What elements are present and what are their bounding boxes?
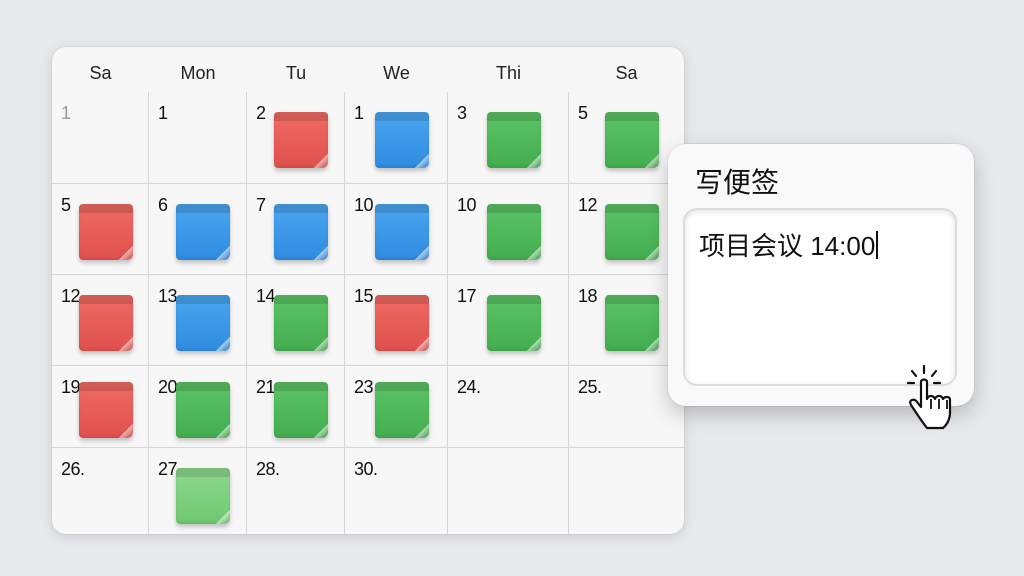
day-cell[interactable]: 17: [448, 275, 569, 366]
day-cell[interactable]: 14: [247, 275, 345, 366]
sticky-note-green[interactable]: [605, 204, 659, 260]
day-cell[interactable]: 5: [569, 92, 684, 184]
day-number: 10: [354, 195, 374, 215]
day-cell[interactable]: 15: [345, 275, 448, 366]
sticky-note-green[interactable]: [274, 295, 328, 351]
day-number: 7: [256, 195, 266, 215]
day-cell[interactable]: 28.: [247, 448, 345, 534]
day-number: 27: [158, 459, 178, 479]
note-text-value: 项目会议 14:00: [699, 231, 876, 261]
day-cell[interactable]: 12: [569, 184, 684, 275]
sticky-note-red[interactable]: [79, 295, 133, 351]
weekday-label: Sa: [615, 63, 638, 83]
day-number: 3: [457, 103, 467, 123]
sticky-note-red[interactable]: [375, 295, 429, 351]
sticky-note-green[interactable]: [605, 112, 659, 168]
day-cell[interactable]: 24.: [448, 366, 569, 448]
sticky-note-blue[interactable]: [176, 204, 230, 260]
day-cell[interactable]: 1: [345, 92, 448, 184]
weekday-label: Tu: [285, 63, 307, 83]
day-number: 10: [457, 195, 477, 215]
day-number: 5: [578, 103, 588, 123]
day-cell[interactable]: 6: [149, 184, 247, 275]
sticky-note-red[interactable]: [274, 112, 328, 168]
day-number: 26.: [61, 459, 85, 479]
hand-pointer-click-icon: [906, 364, 952, 430]
day-cell[interactable]: 19: [52, 366, 149, 448]
day-cell[interactable]: 20: [149, 366, 247, 448]
day-number: 14: [256, 286, 276, 306]
sticky-note-lightgreen[interactable]: [176, 468, 230, 524]
day-cell[interactable]: 10: [345, 184, 448, 275]
day-number: 30.: [354, 459, 378, 479]
weekday-label: Thi: [495, 63, 521, 83]
day-cell[interactable]: 26.: [52, 448, 149, 534]
day-number: 19: [61, 377, 81, 397]
day-number: 15: [354, 286, 374, 306]
day-number: 21: [256, 377, 276, 397]
day-cell[interactable]: 1: [149, 92, 247, 184]
day-cell[interactable]: 10: [448, 184, 569, 275]
day-number: 20: [158, 377, 178, 397]
sticky-note-blue[interactable]: [274, 204, 328, 260]
day-cell[interactable]: 21: [247, 366, 345, 448]
day-number: 12: [578, 195, 598, 215]
sticky-note-blue[interactable]: [375, 204, 429, 260]
day-cell[interactable]: 13: [149, 275, 247, 366]
day-number: 1: [158, 103, 168, 123]
sticky-note-blue[interactable]: [176, 295, 230, 351]
sticky-note-blue[interactable]: [375, 112, 429, 168]
day-number: 25.: [578, 377, 602, 397]
day-cell[interactable]: [448, 448, 569, 534]
sticky-note-green[interactable]: [375, 382, 429, 438]
sticky-note-green[interactable]: [487, 112, 541, 168]
day-cell[interactable]: 18: [569, 275, 684, 366]
day-number: 17: [457, 286, 477, 306]
calendar-grid: 1 1 2 1 3 5 5 6 7 10 10 12 12 13 14 15 17 18 19 20 21 23 24. 25…: [52, 92, 684, 534]
day-cell[interactable]: 25.: [569, 366, 684, 448]
day-cell[interactable]: 7: [247, 184, 345, 275]
day-cell[interactable]: [569, 448, 684, 534]
day-cell[interactable]: 27: [149, 448, 247, 534]
day-number: 12: [61, 286, 81, 306]
day-number: 28.: [256, 459, 280, 479]
day-cell[interactable]: 23: [345, 366, 448, 448]
day-number: 1: [354, 103, 364, 123]
day-number: 1: [61, 103, 71, 123]
day-cell[interactable]: 5: [52, 184, 149, 275]
day-number: 23: [354, 377, 374, 397]
text-caret: [876, 231, 879, 259]
day-number: 24.: [457, 377, 481, 397]
calendar: Sa Mon Tu We Thi Sa 1 1 2 1 3 5 5 6 7 10 10 12 12 13 14 15 17…: [52, 47, 684, 534]
day-cell[interactable]: 1: [52, 92, 149, 184]
weekday-header: Sa Mon Tu We Thi Sa: [52, 47, 684, 93]
weekday-label: Mon: [180, 63, 216, 83]
day-number: 13: [158, 286, 178, 306]
sticky-note-green[interactable]: [487, 204, 541, 260]
sticky-note-green[interactable]: [176, 382, 230, 438]
day-cell[interactable]: 12: [52, 275, 149, 366]
day-cell[interactable]: 30.: [345, 448, 448, 534]
sticky-note-green[interactable]: [274, 382, 328, 438]
popup-title: 写便签: [695, 167, 780, 198]
weekday-label: We: [383, 63, 410, 83]
day-number: 18: [578, 286, 598, 306]
day-number: 6: [158, 195, 168, 215]
day-cell[interactable]: 3: [448, 92, 569, 184]
day-number: 5: [61, 195, 71, 215]
weekday-label: Sa: [89, 63, 112, 83]
sticky-note-green[interactable]: [605, 295, 659, 351]
day-number: 2: [256, 103, 266, 123]
sticky-note-red[interactable]: [79, 204, 133, 260]
sticky-note-red[interactable]: [79, 382, 133, 438]
note-text-input[interactable]: 项目会议 14:00: [683, 208, 957, 386]
sticky-note-green[interactable]: [487, 295, 541, 351]
day-cell[interactable]: 2: [247, 92, 345, 184]
